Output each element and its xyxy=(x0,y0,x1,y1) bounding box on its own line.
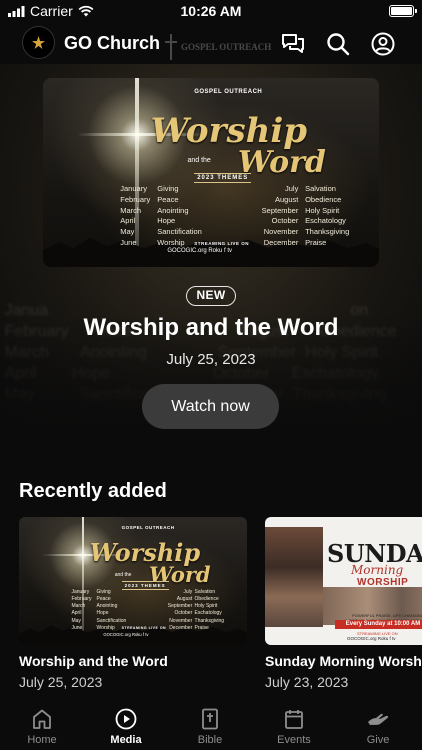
tab-label: Bible xyxy=(197,734,223,746)
poster-brand: GOSPEL OUTREACH xyxy=(194,89,263,96)
new-badge: NEW xyxy=(186,286,236,306)
tab-home[interactable]: Home xyxy=(12,708,72,746)
play-circle-icon xyxy=(115,708,137,730)
media-card[interactable]: SUNDAY Morning WORSHIP POWERFUL PRAISE, … xyxy=(265,517,422,690)
logo-emblem-icon xyxy=(32,36,45,49)
media-card-title: Sunday Morning Worship xyxy=(265,653,422,669)
media-thumbnail[interactable]: SUNDAY Morning WORSHIP POWERFUL PRAISE, … xyxy=(265,517,422,645)
svg-text:GOSPEL OUTREACH: GOSPEL OUTREACH xyxy=(181,42,271,52)
poster-themes-left: Giving Peace Anointing Hope Sanctification Wo… xyxy=(157,183,202,248)
poster-platforms: GOCOGIC.org Roku f tv xyxy=(167,248,232,255)
battery-icon xyxy=(389,5,417,17)
tab-give[interactable]: Give xyxy=(348,708,408,746)
header-watermark-logo: GOSPEL OUTREACH xyxy=(165,34,271,60)
featured-date: July 25, 2023 xyxy=(166,351,256,368)
tab-label: Give xyxy=(366,734,390,746)
media-card-date: July 23, 2023 xyxy=(265,674,349,690)
app-header: GO Church GOSPEL OUTREACH xyxy=(0,24,422,64)
profile-icon[interactable] xyxy=(371,32,395,56)
media-card[interactable]: GOSPEL OUTREACH Worship and the Word 202… xyxy=(19,517,247,690)
give-hand-icon xyxy=(368,713,389,725)
search-icon[interactable] xyxy=(326,32,350,56)
featured-title: Worship and the Word xyxy=(83,314,339,341)
poster-months-right: July August September October November Decemb… xyxy=(261,183,299,248)
poster-themes-right: Salvation Obedience Holy Spirit Eschatology… xyxy=(305,183,350,248)
watch-now-button[interactable]: Watch now xyxy=(142,384,279,429)
section-title-recently-added: Recently added xyxy=(19,480,167,502)
church-logo[interactable] xyxy=(22,26,55,59)
bottom-tab-bar: Home Media Bible Events Give xyxy=(0,700,422,750)
bible-icon xyxy=(202,708,218,730)
calendar-icon xyxy=(285,710,303,729)
tab-bible[interactable]: Bible xyxy=(180,708,240,746)
chat-bubbles-icon[interactable] xyxy=(281,32,305,56)
media-thumbnail[interactable]: GOSPEL OUTREACH Worship and the Word 202… xyxy=(19,517,247,645)
status-time: 10:26 AM xyxy=(180,3,242,19)
poster-months-left: January February March April May June xyxy=(120,183,151,248)
tab-label: Media xyxy=(110,734,142,746)
status-bar: Carrier 10:26 AM xyxy=(0,0,422,24)
media-card-title: Worship and the Word xyxy=(19,653,168,669)
poster-streaming-label: STREAMING LIVE ON xyxy=(194,240,249,246)
media-card-date: July 25, 2023 xyxy=(19,674,103,690)
tab-events[interactable]: Events xyxy=(264,708,324,746)
poster-themes-label: 2023 THEMES xyxy=(194,172,252,183)
tab-media[interactable]: Media xyxy=(96,708,156,746)
tab-label: Events xyxy=(277,734,311,746)
poster-and-the: and the xyxy=(187,157,211,165)
home-icon xyxy=(33,709,51,729)
tab-label: Home xyxy=(27,734,57,746)
app-title: GO Church xyxy=(64,33,161,53)
poster-title-worship: Worship xyxy=(150,110,308,151)
featured-poster[interactable]: GOSPEL OUTREACH Worship and the Word 202… xyxy=(43,78,379,267)
